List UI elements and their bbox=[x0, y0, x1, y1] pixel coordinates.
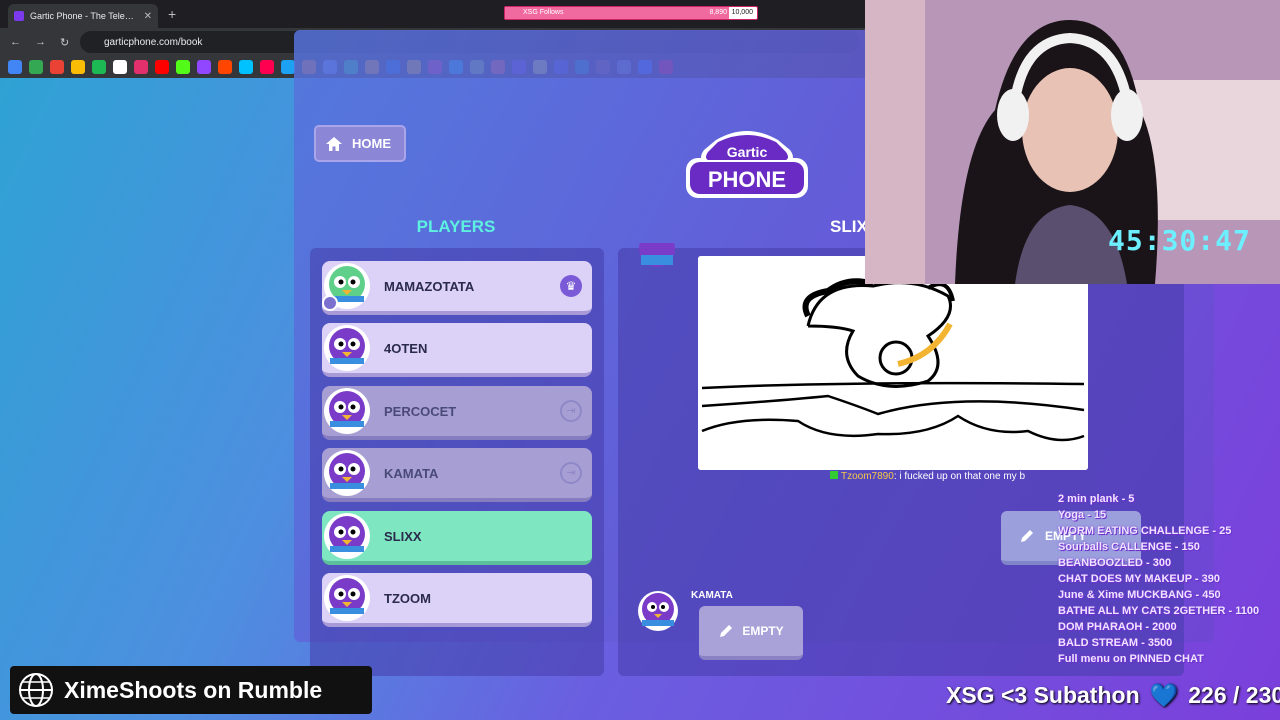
player-avatar-icon bbox=[324, 325, 370, 371]
chat-username: Tzoom7890 bbox=[841, 471, 894, 482]
player-name: KAMATA bbox=[384, 465, 439, 481]
logo-top-text: Gartic bbox=[727, 144, 768, 160]
exit-icon: ⇥ bbox=[560, 462, 582, 484]
user-icon bbox=[322, 295, 338, 311]
chat-text: : i fucked up on that one my b bbox=[893, 471, 1026, 482]
bookmark-icon[interactable] bbox=[50, 60, 64, 74]
player-name: TZOOM bbox=[384, 590, 431, 606]
chat-message: Tzoom7890: i fucked up on that one my b bbox=[830, 471, 1025, 482]
bookmark-icon[interactable] bbox=[8, 60, 22, 74]
bookmark-icon[interactable] bbox=[176, 60, 190, 74]
bookmark-icon[interactable] bbox=[197, 60, 211, 74]
menu-item: BALD STREAM - 3500 bbox=[1058, 637, 1173, 649]
pencil-icon bbox=[720, 625, 733, 637]
bookmark-icon[interactable] bbox=[92, 60, 106, 74]
menu-item: DOM PHARAOH - 2000 bbox=[1058, 621, 1177, 633]
player-avatar-icon bbox=[324, 575, 370, 621]
back-icon[interactable]: ← bbox=[10, 36, 21, 48]
home-button[interactable]: HOME bbox=[314, 125, 406, 162]
bookmark-icon[interactable] bbox=[71, 60, 85, 74]
player-row[interactable]: 4OTEN bbox=[322, 323, 592, 377]
players-title: PLAYERS bbox=[416, 217, 496, 236]
subathon-counter: XSG <3 Subathon 💙 226 / 230 bbox=[946, 682, 1280, 709]
empty-label: EMPTY bbox=[742, 624, 784, 638]
follows-count: 8,890 bbox=[709, 9, 727, 16]
rumble-text: XimeShoots on Rumble bbox=[64, 676, 323, 703]
bookmark-icon[interactable] bbox=[155, 60, 169, 74]
player-row[interactable]: KAMATA ⇥ bbox=[322, 448, 592, 502]
menu-item: BATHE ALL MY CATS 2GETHER - 1100 bbox=[1058, 605, 1260, 617]
player-row[interactable]: MAMAZOTATA ♛ bbox=[322, 261, 592, 315]
logo-bottom-text: PHONE bbox=[708, 167, 786, 192]
crown-icon: ♛ bbox=[560, 275, 582, 297]
rumble-banner: XimeShoots on Rumble bbox=[10, 666, 372, 714]
bookmark-icon[interactable] bbox=[134, 60, 148, 74]
tab-title: Gartic Phone - The Telephone G bbox=[30, 11, 138, 21]
player-row[interactable]: SLIXX bbox=[322, 511, 592, 565]
menu-item: Yoga - 15 bbox=[1058, 509, 1107, 521]
bookmark-icon[interactable] bbox=[260, 60, 274, 74]
bookmark-icon[interactable] bbox=[29, 60, 43, 74]
player-row[interactable]: PERCOCET ⇥ bbox=[322, 386, 592, 440]
bookmark-icon[interactable] bbox=[239, 60, 253, 74]
menu-item: June & Xime MUCKBANG - 450 bbox=[1058, 589, 1221, 601]
menu-item: 2 min plank - 5 bbox=[1058, 493, 1135, 505]
player-avatar-icon bbox=[639, 243, 675, 267]
globe-icon bbox=[19, 673, 53, 707]
follows-goal-bar: XSG Follows 8,890 10,000 bbox=[504, 6, 758, 20]
menu-item: BEANBOOZLED - 300 bbox=[1058, 557, 1172, 569]
browser-tab[interactable]: Gartic Phone - The Telephone G ✕ bbox=[8, 4, 158, 28]
menu-item: Sourballs CALLENGE - 150 bbox=[1058, 541, 1200, 553]
heart-icon: 💙 bbox=[1149, 682, 1179, 708]
home-label: HOME bbox=[352, 136, 391, 151]
forward-icon[interactable]: → bbox=[35, 36, 46, 48]
bookmark-icon[interactable] bbox=[218, 60, 232, 74]
menu-item: WORM EATING CHALLENGE - 25 bbox=[1058, 525, 1232, 537]
player-avatar-icon bbox=[324, 513, 370, 559]
donation-menu: 2 min plank - 5 Yoga - 15 WORM EATING CHAL… bbox=[1058, 491, 1259, 667]
empty-button[interactable]: EMPTY bbox=[699, 606, 803, 660]
player-avatar-icon bbox=[322, 263, 370, 311]
gartic-phone-logo: Gartic PHONE bbox=[686, 131, 808, 198]
player-avatar-icon bbox=[324, 450, 370, 496]
kamata-avatar-icon bbox=[638, 591, 678, 631]
gartic-favicon-icon bbox=[14, 11, 24, 21]
player-row[interactable]: TZOOM bbox=[322, 573, 592, 627]
subathon-timer: 45:30:47 bbox=[1108, 224, 1251, 257]
player-name: PERCOCET bbox=[384, 403, 457, 419]
subathon-count: 226 / 230 bbox=[1188, 682, 1280, 708]
tab-close-icon[interactable]: ✕ bbox=[144, 11, 152, 22]
drawing-canvas bbox=[698, 256, 1088, 470]
follows-goal: 10,000 bbox=[731, 9, 753, 16]
new-tab-button[interactable]: + bbox=[168, 6, 176, 22]
bookmark-icon[interactable] bbox=[113, 60, 127, 74]
exit-icon: ⇥ bbox=[560, 400, 582, 422]
player-name: 4OTEN bbox=[384, 340, 428, 356]
follows-label: XSG Follows bbox=[523, 9, 564, 16]
bookmark-icon[interactable] bbox=[281, 60, 295, 74]
player-avatar-icon bbox=[324, 388, 370, 434]
kamata-label: KAMATA bbox=[691, 590, 733, 601]
player-name: MAMAZOTATA bbox=[384, 278, 475, 294]
pencil-icon bbox=[1021, 530, 1033, 542]
album-title: SLIX bbox=[830, 217, 868, 236]
player-name: SLIXX bbox=[384, 528, 422, 544]
url-text: garticphone.com/book bbox=[104, 36, 203, 48]
menu-item: CHAT DOES MY MAKEUP - 390 bbox=[1058, 573, 1220, 585]
reload-icon[interactable]: ↻ bbox=[60, 36, 69, 49]
home-icon bbox=[326, 136, 342, 151]
chat-badge-icon bbox=[830, 471, 838, 479]
menu-item: Full menu on PINNED CHAT bbox=[1058, 653, 1204, 665]
subathon-label: XSG <3 Subathon bbox=[946, 682, 1140, 708]
